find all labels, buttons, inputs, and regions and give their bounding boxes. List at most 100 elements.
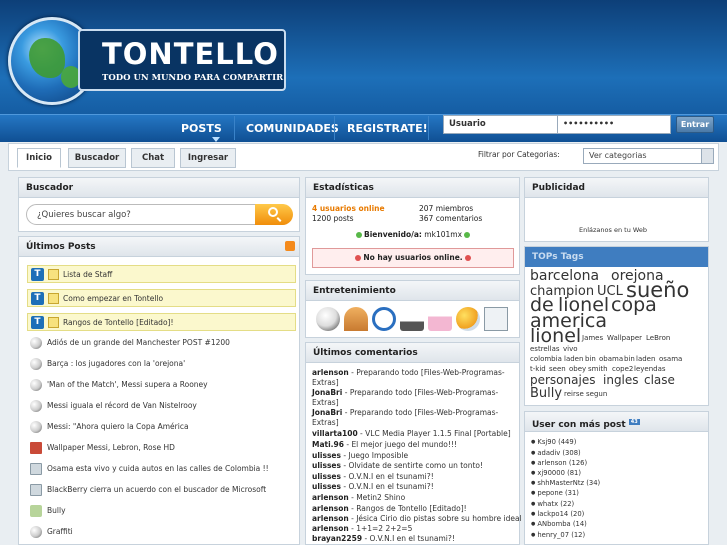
comment-user[interactable]: arlenson xyxy=(312,504,349,513)
soccer-ball-icon[interactable] xyxy=(316,307,340,331)
sticky-post[interactable]: T Rangos de Tontello [Editado]! xyxy=(27,313,296,331)
top-user-item[interactable]: lackpo14 (20) xyxy=(531,510,584,518)
password-field[interactable]: •••••••••• xyxy=(558,116,670,133)
post-item[interactable]: 'Man of the Match', Messi supera a Roone… xyxy=(30,377,298,393)
publicidad-link[interactable]: Enlázanos en tu Web xyxy=(579,226,647,234)
sticky-post[interactable]: T Como empezar en Tontello xyxy=(27,289,296,307)
tab-ingresar[interactable]: Ingresar xyxy=(180,148,236,168)
top-user-item[interactable]: whatx (22) xyxy=(531,500,574,508)
comment-user[interactable]: ulisses xyxy=(312,451,341,460)
tag-link[interactable]: estrellas xyxy=(530,345,560,353)
tag-link[interactable]: leyendas xyxy=(634,365,666,373)
nav-comunidades[interactable]: COMUNIDADES xyxy=(246,122,339,135)
comment-user[interactable]: ulisses xyxy=(312,461,341,470)
comment-user[interactable]: arlenson xyxy=(312,514,349,523)
tag-link[interactable]: vivo xyxy=(563,345,578,353)
comment-line[interactable]: ulisses - Olvidate de sentirte como un t… xyxy=(312,461,483,470)
tag-link[interactable]: obey xyxy=(569,365,586,373)
comment-user[interactable]: arlenson xyxy=(312,493,349,502)
tag-link[interactable]: osama xyxy=(659,355,682,363)
tag-link[interactable]: clase xyxy=(644,373,675,387)
post-item[interactable]: Graffiti xyxy=(30,524,298,540)
comment-line[interactable]: arlenson - Preparando todo [Files-Web-Pr… xyxy=(312,368,505,377)
comment-line[interactable]: Extras] xyxy=(312,398,339,407)
top-user-item[interactable]: pepone (31) xyxy=(531,489,579,497)
joystick-icon[interactable] xyxy=(400,307,424,331)
online-count[interactable]: 4 usuarios online xyxy=(312,204,385,213)
cake-icon[interactable] xyxy=(428,307,452,331)
comment-user[interactable]: ulisses xyxy=(312,472,341,481)
tag-link[interactable]: personajes xyxy=(530,373,595,387)
top-user-item[interactable]: shhMasterNtz (34) xyxy=(531,479,600,487)
tag-link[interactable]: bin xyxy=(624,355,635,363)
top-user-item[interactable]: adadiv (308) xyxy=(531,449,580,457)
nav-posts[interactable]: POSTS xyxy=(181,122,222,135)
tag-link[interactable]: Wallpaper xyxy=(607,334,642,342)
sticky-post[interactable]: T Lista de Staff xyxy=(27,265,296,283)
tag-link[interactable]: James xyxy=(582,334,603,342)
tab-buscador[interactable]: Buscador xyxy=(68,148,126,168)
comment-line[interactable]: Extras] xyxy=(312,378,339,387)
tab-chat[interactable]: Chat xyxy=(131,148,175,168)
comment-line[interactable]: arlenson - 1+1=2 2+2=5 xyxy=(312,524,412,533)
comment-user[interactable]: brayan2259 xyxy=(312,534,362,543)
tag-link[interactable]: copa xyxy=(611,294,657,316)
comment-user[interactable]: ulisses xyxy=(312,482,341,491)
comment-user[interactable]: villarta100 xyxy=(312,429,358,438)
login-button[interactable]: Entrar xyxy=(676,116,714,133)
comment-line[interactable]: arlenson - Metin2 Shino xyxy=(312,493,405,502)
comment-line[interactable]: ulisses - Juego Imposible xyxy=(312,451,408,460)
top-user-item[interactable]: Ksj90 (449) xyxy=(531,438,576,446)
rss-icon[interactable] xyxy=(285,241,295,251)
tag-link[interactable]: t-kid xyxy=(530,365,546,373)
category-select[interactable]: Ver categorias xyxy=(583,148,714,164)
welcome-user[interactable]: mk101mx xyxy=(424,230,462,239)
comment-user[interactable]: Mati.96 xyxy=(312,440,344,449)
comment-line[interactable]: ulisses - O.V.N.I en el tsunami?! xyxy=(312,472,434,481)
comment-line[interactable]: ulisses - O.V.N.I en el tsunami?! xyxy=(312,482,434,491)
post-item[interactable]: Wallpaper Messi, Lebron, Rose HD xyxy=(30,440,298,456)
post-item[interactable]: Messi: "Ahora quiero la Copa América xyxy=(30,419,298,435)
post-item[interactable]: Barça : los jugadores con la 'orejona' xyxy=(30,356,298,372)
tag-link[interactable]: Bully xyxy=(530,386,562,401)
top-user-item[interactable]: arlenson (126) xyxy=(531,459,587,467)
clock-icon[interactable] xyxy=(372,307,396,331)
tag-link[interactable]: smith xyxy=(588,365,608,373)
comment-line[interactable]: JonaBri - Preparando todo [Files-Web-Pro… xyxy=(312,388,498,397)
comment-line[interactable]: arlenson - Rangos de Tontello [Editado]! xyxy=(312,504,467,513)
tag-link[interactable]: colombia xyxy=(530,355,562,363)
comment-line[interactable]: Mati.96 - El mejor juego del mundo!!! xyxy=(312,440,457,449)
tag-link[interactable]: laden xyxy=(564,355,583,363)
post-item[interactable]: Bully xyxy=(30,503,298,519)
comment-line[interactable]: arlenson - Jésica Cirio dio pistas sobre… xyxy=(312,514,522,523)
search-button[interactable] xyxy=(255,204,293,225)
tag-link[interactable]: segun xyxy=(586,390,607,398)
tag-link[interactable]: LeBron xyxy=(646,334,670,342)
nav-registrate[interactable]: REGISTRATE! xyxy=(347,122,428,135)
site-logo[interactable]: TONTELLO TODO UN MUNDO PARA COMPARTIR xyxy=(8,17,286,105)
weather-icon[interactable] xyxy=(456,307,480,331)
post-item[interactable]: Messi iguala el récord de Van Nistelrooy xyxy=(30,398,298,414)
tag-link[interactable]: barcelona xyxy=(530,268,599,284)
top-user-item[interactable]: henry_07 (12) xyxy=(531,531,585,539)
tag-link[interactable]: obama xyxy=(599,355,623,363)
tag-link[interactable]: cope2 xyxy=(612,365,633,373)
post-item[interactable]: BlackBerry cierra un acuerdo con el busc… xyxy=(30,482,298,498)
comment-line[interactable]: Extras] xyxy=(312,418,339,427)
comment-user[interactable]: JonaBri xyxy=(312,408,342,417)
comment-line[interactable]: brayan2259 - O.V.N.I en el tsunami?! xyxy=(312,534,455,543)
top-user-item[interactable]: ANbomba (14) xyxy=(531,520,586,528)
comment-user[interactable]: JonaBri xyxy=(312,388,342,397)
comment-line[interactable]: villarta100 - VLC Media Player 1.1.5 Fin… xyxy=(312,429,511,438)
comment-user[interactable]: arlenson xyxy=(312,524,349,533)
search-input[interactable]: ¿Quieres buscar algo? xyxy=(26,204,293,225)
top-user-item[interactable]: xj90000 (81) xyxy=(531,469,581,477)
post-item[interactable]: Osama esta vivo y cuida autos en las cal… xyxy=(30,461,298,477)
tag-link[interactable]: bin xyxy=(585,355,596,363)
newspaper-icon[interactable] xyxy=(484,307,508,331)
comment-user[interactable]: arlenson xyxy=(312,368,349,377)
tag-link[interactable]: reirse xyxy=(564,390,584,398)
radar-icon[interactable] xyxy=(344,307,368,331)
tag-link[interactable]: ingles xyxy=(603,373,639,387)
tag-link[interactable]: seen xyxy=(549,365,566,373)
